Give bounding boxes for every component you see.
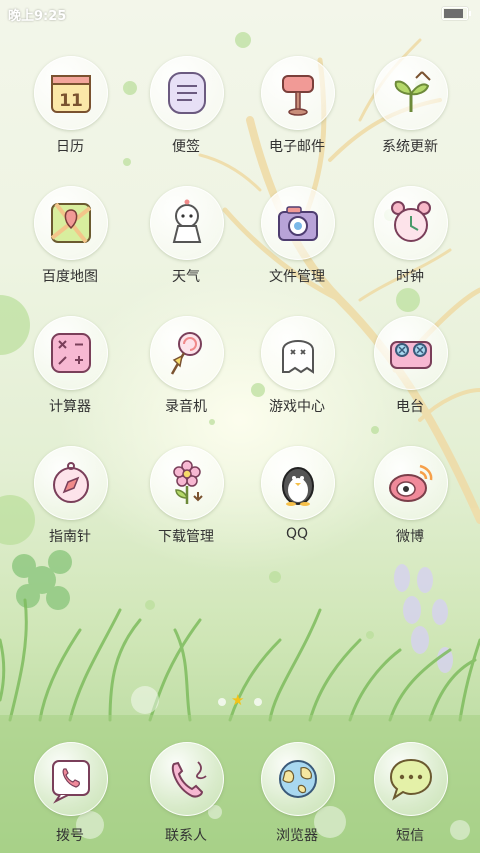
app-recorder[interactable]: 录音机 — [130, 316, 240, 436]
app-label: 系统更新 — [382, 139, 438, 155]
app-label: 电子邮件 — [269, 139, 325, 155]
flower-download-icon — [173, 460, 203, 504]
app-bubble: 11 — [34, 56, 108, 130]
app-bubble — [34, 446, 108, 520]
app-clock[interactable]: 时钟 — [354, 186, 464, 306]
camera-folder-icon — [278, 206, 318, 241]
lollipop-recorder-icon — [170, 332, 202, 375]
page-dot — [218, 698, 226, 706]
dock-browser[interactable]: 浏览器 — [241, 742, 351, 862]
app-label: 文件管理 — [269, 269, 325, 285]
app-compass[interactable]: 指南针 — [14, 446, 124, 566]
sprout-update-icon — [394, 71, 431, 112]
status-time: 晚上9:25 — [8, 9, 67, 24]
app-label: 计算器 — [49, 399, 91, 415]
ghost-icon — [282, 340, 314, 374]
app-notes[interactable]: 便签 — [130, 56, 240, 176]
app-bubble — [261, 316, 335, 390]
map-icon — [50, 202, 92, 244]
page-dot — [254, 698, 262, 706]
page-indicator[interactable]: ★ — [218, 691, 262, 710]
app-file-manager[interactable]: 文件管理 — [241, 186, 351, 306]
app-bubble — [34, 316, 108, 390]
app-label: 游戏中心 — [269, 399, 325, 415]
compass-icon — [53, 462, 89, 503]
app-label: 下载管理 — [158, 529, 214, 545]
phone-icon — [52, 760, 90, 804]
app-label: 联系人 — [165, 828, 207, 844]
app-email[interactable]: 电子邮件 — [241, 56, 351, 176]
app-label: 录音机 — [165, 399, 207, 415]
dock-messages[interactable]: 短信 — [354, 742, 464, 862]
penguin-icon — [282, 467, 314, 506]
app-label: 指南针 — [49, 529, 91, 545]
app-calendar[interactable]: 11 日历 — [14, 56, 124, 176]
app-radio[interactable]: 电台 — [354, 316, 464, 436]
app-bubble — [261, 56, 335, 130]
app-download-manager[interactable]: 下载管理 — [130, 446, 240, 566]
app-label: 百度地图 — [42, 269, 98, 285]
app-bubble — [150, 316, 224, 390]
chat-bubble-icon — [389, 758, 433, 801]
app-qq[interactable]: QQ — [241, 446, 351, 566]
app-label: 天气 — [172, 269, 200, 285]
app-bubble — [150, 446, 224, 520]
calculator-icon — [51, 333, 91, 373]
app-label: 微博 — [396, 529, 424, 545]
app-bubble — [34, 742, 108, 816]
mailbox-icon — [282, 75, 314, 116]
app-baidu-map[interactable]: 百度地图 — [14, 186, 124, 306]
app-label: 短信 — [396, 828, 424, 844]
app-bubble — [374, 742, 448, 816]
app-label: 时钟 — [396, 269, 424, 285]
notepad-icon — [168, 72, 206, 114]
app-bubble — [261, 446, 335, 520]
battery-icon — [442, 7, 471, 20]
svg-text:11: 11 — [59, 91, 83, 111]
app-system-update[interactable]: 系统更新 — [354, 56, 464, 176]
app-bubble — [374, 316, 448, 390]
app-label: 拨号 — [56, 828, 84, 844]
app-label: 电台 — [396, 399, 424, 415]
alarm-clock-icon — [391, 201, 431, 242]
status-bar: 晚上9:25 — [0, 0, 480, 26]
app-calculator[interactable]: 计算器 — [14, 316, 124, 436]
app-bubble — [374, 446, 448, 520]
app-label: 浏览器 — [276, 828, 318, 844]
app-label: 日历 — [56, 139, 84, 155]
app-bubble — [374, 186, 448, 260]
current-page-star-icon: ★ — [231, 691, 245, 709]
app-bubble — [261, 742, 335, 816]
app-label: 便签 — [172, 139, 200, 155]
app-bubble — [150, 56, 224, 130]
app-bubble — [261, 186, 335, 260]
app-bubble — [150, 186, 224, 260]
app-bubble — [34, 186, 108, 260]
weibo-eye-icon — [389, 464, 433, 502]
calendar-icon: 11 — [51, 75, 91, 113]
app-weather[interactable]: 天气 — [130, 186, 240, 306]
globe-icon — [279, 760, 317, 798]
weather-doll-icon — [172, 199, 202, 243]
telephone-handset-icon — [171, 761, 207, 798]
battery-fill — [444, 9, 463, 18]
app-bubble — [374, 56, 448, 130]
app-weibo[interactable]: 微博 — [354, 446, 464, 566]
app-label: QQ — [285, 526, 309, 542]
app-game-center[interactable]: 游戏中心 — [241, 316, 351, 436]
dock-phone[interactable]: 拨号 — [14, 742, 124, 862]
app-bubble — [150, 742, 224, 816]
cassette-radio-icon — [390, 341, 432, 369]
dock-contacts[interactable]: 联系人 — [130, 742, 240, 862]
